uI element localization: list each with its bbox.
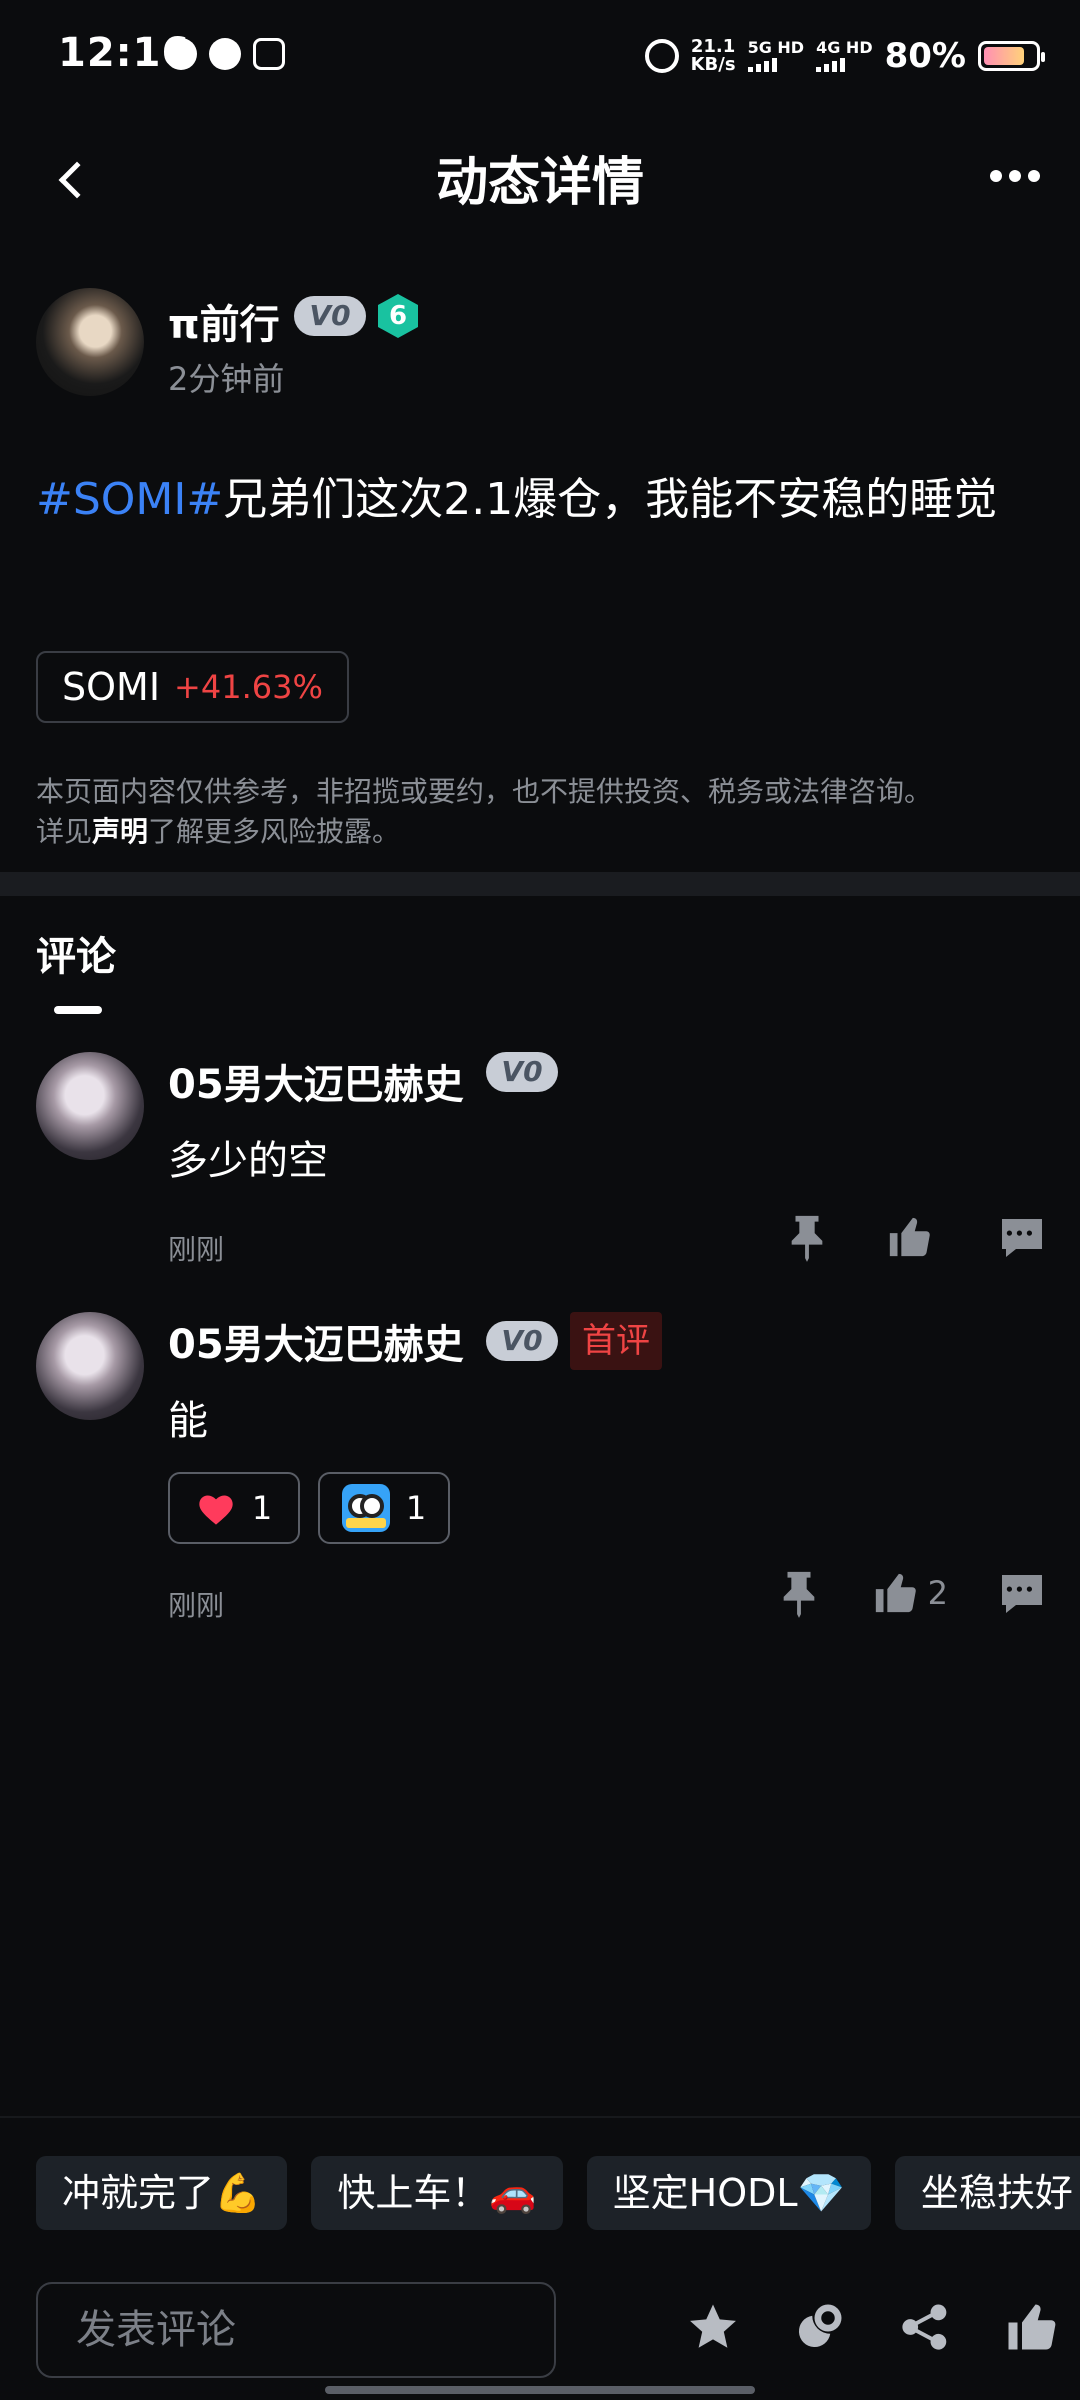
heart-icon — [199, 1495, 233, 1525]
author-name[interactable]: π前行 — [168, 292, 280, 350]
like-count: 2 — [927, 1574, 948, 1612]
message-notification-icon — [209, 38, 241, 70]
quick-reply-row: 冲就完了💪 快上车！🚗 坚定HODL💎 坐稳扶好 — [36, 2156, 1080, 2230]
commenter-avatar[interactable] — [36, 1312, 144, 1420]
comment-icon — [1002, 1575, 1042, 1613]
commenter-badges: V0 — [486, 1052, 558, 1092]
quick-reply-chip[interactable]: 快上车！🚗 — [311, 2156, 563, 2230]
comment-input[interactable] — [36, 2282, 556, 2378]
quick-replies-bar: 冲就完了💪 快上车！🚗 坚定HODL💎 坐稳扶好 — [0, 2116, 1080, 2230]
signal-5g-label: 5G HD — [747, 38, 805, 57]
comment-time: 刚刚 — [168, 1589, 225, 1622]
comment-actions — [784, 1212, 1046, 1262]
pin-icon — [783, 1571, 814, 1618]
author-badges: V0 6 — [294, 294, 418, 338]
risk-disclaimer: 本页面内容仅供参考，非招揽或要约，也不提供投资、税务或法律咨询。 详见声明了解更… — [36, 772, 1046, 852]
comment-icon — [1002, 1219, 1042, 1257]
coin-tag[interactable]: SOMI +41.63% — [36, 651, 349, 723]
like-button[interactable]: 2 — [872, 1570, 948, 1616]
star-icon — [690, 2304, 736, 2348]
commenter-avatar[interactable] — [36, 1052, 144, 1160]
battery-icon — [978, 41, 1045, 71]
post-body: 兄弟们这次2.1爆仓，我能不安稳的睡觉 — [223, 474, 998, 525]
post-like-button[interactable] — [1004, 2300, 1058, 2358]
reaction-hodl[interactable]: 1 — [318, 1472, 450, 1544]
comment-time: 刚刚 — [168, 1233, 225, 1266]
pin-button[interactable] — [776, 1568, 822, 1618]
reply-button[interactable] — [998, 1571, 1046, 1615]
vip-badge: V0 — [486, 1321, 558, 1361]
level-badge: 6 — [378, 294, 418, 338]
more-options-button[interactable] — [990, 170, 1040, 182]
reaction-count: 1 — [405, 1489, 427, 1527]
favorite-button[interactable] — [686, 2300, 740, 2358]
disclaimer-line1: 本页面内容仅供参考，非招揽或要约，也不提供投资、税务或法律咨询。 — [36, 775, 933, 808]
tip-coin-icon — [798, 2304, 842, 2348]
thumbs-up-icon — [889, 1217, 930, 1257]
section-divider — [0, 872, 1080, 896]
tip-button[interactable] — [792, 2300, 846, 2358]
signal-5g: 5G HD — [747, 38, 805, 72]
app-notification-icon — [165, 38, 197, 70]
commenter-name[interactable]: 05男大迈巴赫史 — [168, 1312, 464, 1370]
coin-change: +41.63% — [174, 668, 323, 706]
comment-input-bar — [0, 2262, 1080, 2400]
reaction-list: 1 1 — [168, 1472, 450, 1544]
tab-comments[interactable]: 评论 — [36, 924, 116, 982]
commenter-badges: V0 首评 — [486, 1312, 662, 1370]
signal-4g-label: 4G HD — [816, 38, 873, 57]
tab-indicator — [54, 1006, 102, 1014]
vip-badge: V0 — [294, 296, 366, 336]
vip-badge: V0 — [486, 1052, 558, 1092]
app-notification-icon-2 — [253, 38, 285, 70]
author-avatar[interactable] — [36, 288, 144, 396]
top-nav: 动态详情 — [0, 120, 1080, 230]
disclaimer-post: 了解更多风险披露。 — [148, 815, 401, 848]
bottom-action-icons — [686, 2300, 1058, 2358]
post-author: π前行 V0 6 2分钟前 — [36, 288, 1036, 398]
network-speed-unit: KB/s — [690, 54, 736, 75]
disclaimer-pre: 详见 — [36, 815, 93, 848]
network-speed: 21.1 KB/s — [691, 38, 736, 74]
commenter-name[interactable]: 05男大迈巴赫史 — [168, 1052, 464, 1110]
signal-4g: 4G HD — [816, 40, 873, 72]
quick-reply-chip[interactable]: 坐稳扶好 — [894, 2156, 1080, 2230]
coin-symbol: SOMI — [62, 665, 161, 709]
reaction-heart[interactable]: 1 — [168, 1472, 300, 1544]
more-dots-icon — [990, 170, 1002, 182]
battery-percent: 80% — [884, 36, 966, 76]
comment-text: 多少的空 — [168, 1138, 328, 1184]
disclaimer-link[interactable]: 声明 — [92, 815, 148, 848]
comment-item: 05男大迈巴赫史 V0 首评 能 1 1 刚刚 2 — [36, 1312, 1046, 1642]
like-button[interactable] — [886, 1214, 942, 1260]
post-content: #SOMI#兄弟们这次2.1爆仓，我能不安稳的睡觉 — [36, 462, 1046, 538]
hodl-owl-icon — [341, 1484, 390, 1532]
signal-bars-icon — [816, 56, 846, 72]
signal-bars-icon — [747, 56, 777, 72]
quick-reply-chip[interactable]: 坚定HODL💎 — [586, 2156, 871, 2230]
status-notification-icons — [165, 38, 285, 70]
home-indicator[interactable] — [325, 2386, 755, 2394]
comment-item: 05男大迈巴赫史 V0 多少的空 刚刚 — [36, 1052, 1046, 1282]
pin-icon — [791, 1215, 823, 1262]
disclaimer-line2: 详见声明了解更多风险披露。 — [36, 812, 1046, 852]
comment-actions: 2 — [776, 1568, 1046, 1618]
post-hashtag[interactable]: #SOMI# — [36, 474, 223, 525]
thumbs-up-icon — [1008, 2304, 1056, 2350]
share-icon — [902, 2304, 947, 2350]
page-title: 动态详情 — [435, 153, 644, 213]
comment-text: 能 — [168, 1398, 208, 1444]
post-time: 2分钟前 — [168, 360, 285, 398]
reply-button[interactable] — [998, 1215, 1046, 1259]
first-comment-badge: 首评 — [570, 1312, 662, 1370]
quick-reply-chip[interactable]: 冲就完了💪 — [36, 2156, 288, 2230]
status-right: 21.1 KB/s 5G HD 4G HD 80% — [644, 36, 1045, 76]
pin-button[interactable] — [784, 1212, 830, 1262]
status-bar: 12:16 21.1 KB/s 5G HD 4G HD 80% — [0, 0, 1080, 110]
alarm-icon — [644, 39, 679, 73]
reaction-count: 1 — [251, 1489, 273, 1527]
share-button[interactable] — [898, 2300, 952, 2358]
thumbs-up-icon — [875, 1573, 916, 1613]
